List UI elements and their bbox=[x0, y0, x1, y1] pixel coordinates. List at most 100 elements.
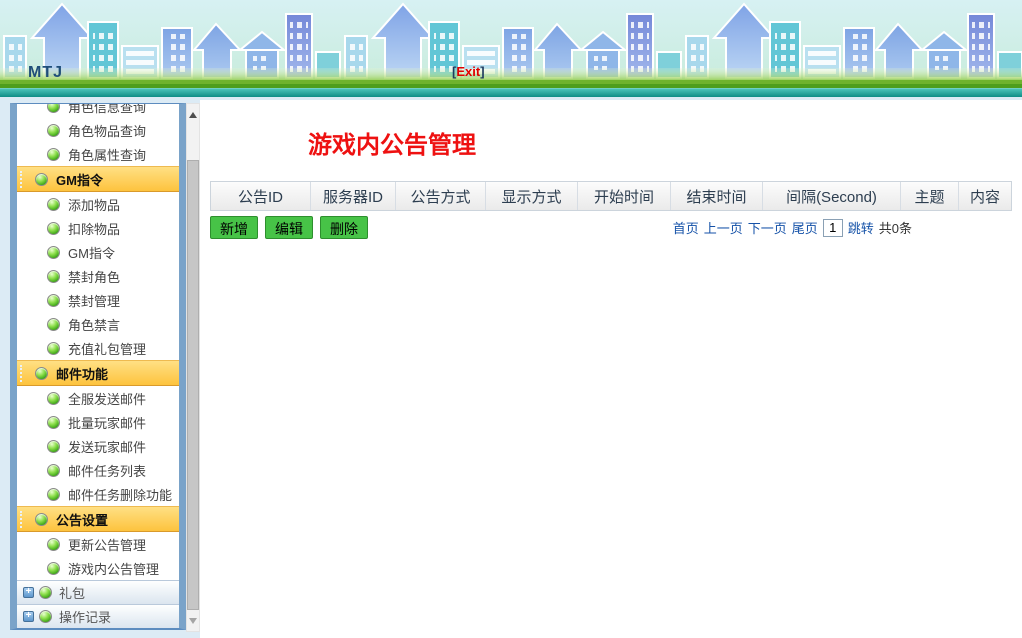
total-count-label: 共0条 bbox=[879, 218, 912, 237]
green-orb-icon bbox=[47, 246, 60, 259]
green-orb-icon bbox=[47, 148, 60, 161]
sidebar-item-mail-all-server[interactable]: 全服发送邮件 bbox=[17, 386, 179, 410]
sidebar-item-recharge-pack-manage[interactable]: 充值礼包管理 bbox=[17, 336, 179, 360]
green-orb-icon bbox=[47, 342, 60, 355]
sidebar-item-label: GM指令 bbox=[68, 243, 115, 262]
announcement-table-header: 公告ID 服务器ID 公告方式 显示方式 开始时间 结束时间 间隔(Second… bbox=[210, 181, 1012, 211]
actions-row: 新增 编辑 删除 首页 上一页 下一页 尾页 跳转 共0条 bbox=[210, 216, 1012, 239]
column-header-display-mode: 显示方式 bbox=[486, 182, 578, 210]
sidebar-section-operation-log[interactable]: + 操作记录 bbox=[17, 604, 179, 628]
sidebar-item-label: 邮件任务删除功能 bbox=[68, 485, 172, 504]
sidebar-section-label: GM指令 bbox=[56, 170, 103, 189]
green-orb-icon bbox=[35, 173, 48, 186]
green-orb-icon bbox=[47, 270, 60, 283]
green-orb-icon bbox=[47, 198, 60, 211]
sidebar-item-ban-role[interactable]: 禁封角色 bbox=[17, 264, 179, 288]
exit-link[interactable]: [Exit] bbox=[452, 64, 485, 79]
sidebar-item-label: 游戏内公告管理 bbox=[68, 559, 159, 578]
sidebar-item-mail-player[interactable]: 发送玩家邮件 bbox=[17, 434, 179, 458]
sidebar-item-label: 邮件任务列表 bbox=[68, 461, 146, 480]
column-header-announcement-id: 公告ID bbox=[211, 182, 311, 210]
column-header-content: 内容 bbox=[959, 182, 1011, 210]
header-divider-bar bbox=[0, 88, 1022, 97]
page-title: 游戏内公告管理 bbox=[308, 125, 1022, 160]
sidebar-scrollbar[interactable] bbox=[186, 103, 200, 632]
green-orb-icon bbox=[35, 513, 48, 526]
sidebar-item-label: 发送玩家邮件 bbox=[68, 437, 146, 456]
sidebar-item-label: 充值礼包管理 bbox=[68, 339, 146, 358]
sidebar-tree: 角色信息查询 角色物品查询 角色属性查询 GM指令 添加物品 扣除物品 GM指令… bbox=[10, 103, 186, 630]
sidebar-item-ingame-announcement[interactable]: 游戏内公告管理 bbox=[17, 556, 179, 580]
green-orb-icon bbox=[35, 367, 48, 380]
sidebar-item-add-item[interactable]: 添加物品 bbox=[17, 192, 179, 216]
next-page-link[interactable]: 下一页 bbox=[748, 218, 787, 237]
sidebar-item-role-info-query[interactable]: 角色信息查询 bbox=[17, 103, 179, 118]
sidebar-item-label: 禁封管理 bbox=[68, 291, 120, 310]
add-button[interactable]: 新增 bbox=[210, 216, 258, 239]
green-orb-icon bbox=[47, 538, 60, 551]
sidebar-item-label: 更新公告管理 bbox=[68, 535, 146, 554]
expand-plus-icon[interactable]: + bbox=[23, 587, 34, 598]
drag-dots-icon bbox=[20, 171, 22, 188]
sidebar-item-update-announcement[interactable]: 更新公告管理 bbox=[17, 532, 179, 556]
green-orb-icon bbox=[47, 318, 60, 331]
pagination: 首页 上一页 下一页 尾页 跳转 共0条 bbox=[673, 218, 912, 237]
green-orb-icon bbox=[39, 610, 52, 623]
sidebar-section-label: 邮件功能 bbox=[56, 364, 108, 383]
sidebar-item-role-items-query[interactable]: 角色物品查询 bbox=[17, 118, 179, 142]
last-page-link[interactable]: 尾页 bbox=[792, 218, 818, 237]
green-orb-icon bbox=[47, 440, 60, 453]
sidebar-item-mail-task-delete[interactable]: 邮件任务删除功能 bbox=[17, 482, 179, 506]
sidebar-item-label: 角色禁言 bbox=[68, 315, 120, 334]
green-orb-icon bbox=[47, 464, 60, 477]
sidebar-item-label: 禁封角色 bbox=[68, 267, 120, 286]
green-orb-icon bbox=[47, 562, 60, 575]
sidebar-item-ban-manage[interactable]: 禁封管理 bbox=[17, 288, 179, 312]
column-header-interval: 间隔(Second) bbox=[763, 182, 901, 210]
column-header-server-id: 服务器ID bbox=[311, 182, 396, 210]
sidebar-section-announcement-settings[interactable]: 公告设置 bbox=[17, 506, 179, 532]
exit-bracket-close: ] bbox=[480, 64, 484, 79]
page-number-input[interactable] bbox=[823, 219, 843, 237]
expand-plus-icon[interactable]: + bbox=[23, 611, 34, 622]
edit-button[interactable]: 编辑 bbox=[265, 216, 313, 239]
delete-button[interactable]: 删除 bbox=[320, 216, 368, 239]
jump-link[interactable]: 跳转 bbox=[848, 218, 874, 237]
sidebar-item-mail-task-list[interactable]: 邮件任务列表 bbox=[17, 458, 179, 482]
sidebar-item-mute-role[interactable]: 角色禁言 bbox=[17, 312, 179, 336]
sidebar-item-label: 批量玩家邮件 bbox=[68, 413, 146, 432]
drag-dots-icon bbox=[20, 511, 22, 528]
sidebar-item-label: 全服发送邮件 bbox=[68, 389, 146, 408]
scroll-down-arrow-icon[interactable] bbox=[189, 618, 197, 624]
city-skyline-illustration bbox=[0, 0, 1022, 88]
scrollbar-thumb[interactable] bbox=[187, 160, 199, 610]
sidebar-item-label: 扣除物品 bbox=[68, 219, 120, 238]
column-header-end-time: 结束时间 bbox=[671, 182, 763, 210]
sidebar-item-label: 添加物品 bbox=[68, 195, 120, 214]
sidebar-item-gm-command[interactable]: GM指令 bbox=[17, 240, 179, 264]
scroll-up-arrow-icon[interactable] bbox=[189, 112, 197, 118]
logo: MTJ bbox=[28, 64, 63, 82]
exit-label: Exit bbox=[456, 64, 480, 79]
sidebar-section-gm-commands[interactable]: GM指令 bbox=[17, 166, 179, 192]
sidebar-item-deduct-item[interactable]: 扣除物品 bbox=[17, 216, 179, 240]
green-orb-icon bbox=[47, 294, 60, 307]
drag-dots-icon bbox=[20, 365, 22, 382]
column-header-subject: 主题 bbox=[901, 182, 959, 210]
sidebar-section-gift-pack[interactable]: +礼包 bbox=[17, 580, 179, 604]
green-orb-icon bbox=[47, 488, 60, 501]
sidebar-item-label: 角色属性查询 bbox=[68, 145, 146, 164]
green-orb-icon bbox=[47, 103, 60, 113]
first-page-link[interactable]: 首页 bbox=[673, 218, 699, 237]
sidebar-item-role-attr-query[interactable]: 角色属性查询 bbox=[17, 142, 179, 166]
column-header-announce-mode: 公告方式 bbox=[396, 182, 486, 210]
sidebar-item-label: 角色信息查询 bbox=[68, 103, 146, 116]
sidebar-section-label: 公告设置 bbox=[56, 510, 108, 529]
green-orb-icon bbox=[39, 586, 52, 599]
prev-page-link[interactable]: 上一页 bbox=[704, 218, 743, 237]
green-orb-icon bbox=[47, 222, 60, 235]
sidebar-section-mail[interactable]: 邮件功能 bbox=[17, 360, 179, 386]
green-orb-icon bbox=[47, 392, 60, 405]
sidebar-item-mail-batch-players[interactable]: 批量玩家邮件 bbox=[17, 410, 179, 434]
sidebar-section-label: 操作记录 bbox=[59, 607, 111, 626]
